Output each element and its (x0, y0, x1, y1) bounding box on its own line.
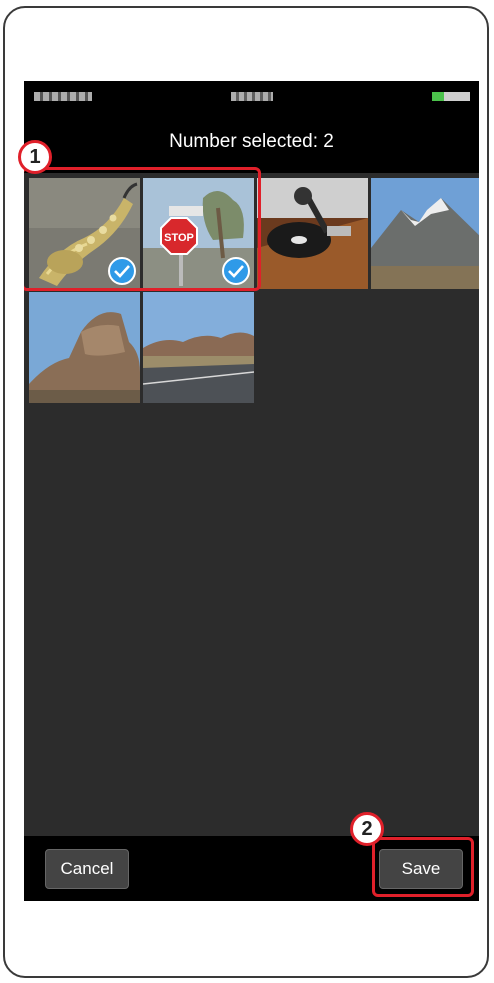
photo-thumbnail-stop-sign[interactable]: STOP (143, 178, 254, 289)
photo-thumbnail-rock-formation[interactable] (29, 292, 140, 403)
app-screen: Number selected: 2 STOP Cancel Save (24, 81, 479, 901)
selected-check-icon (222, 257, 250, 285)
rock-formation-image (29, 292, 140, 403)
carrier-indicator (34, 92, 92, 101)
record-player-image (257, 178, 368, 289)
photo-thumbnail-saxophone[interactable] (29, 178, 140, 289)
selected-check-icon (108, 257, 136, 285)
svg-text:STOP: STOP (164, 232, 194, 244)
photo-thumbnail-record-player[interactable] (257, 178, 368, 289)
callout-marker-2: 2 (350, 812, 384, 846)
clock (231, 92, 273, 101)
save-button-highlight (372, 837, 474, 897)
photo-thumbnail-desert-road[interactable] (143, 292, 254, 403)
desert-road-image (143, 292, 254, 403)
page-title: Number selected: 2 (24, 111, 479, 173)
mountains-image (371, 178, 479, 289)
status-bar (24, 81, 479, 111)
photo-thumbnail-mountains[interactable] (371, 178, 479, 289)
battery-icon (432, 92, 470, 101)
cancel-button[interactable]: Cancel (45, 849, 129, 889)
callout-marker-1: 1 (18, 140, 52, 174)
